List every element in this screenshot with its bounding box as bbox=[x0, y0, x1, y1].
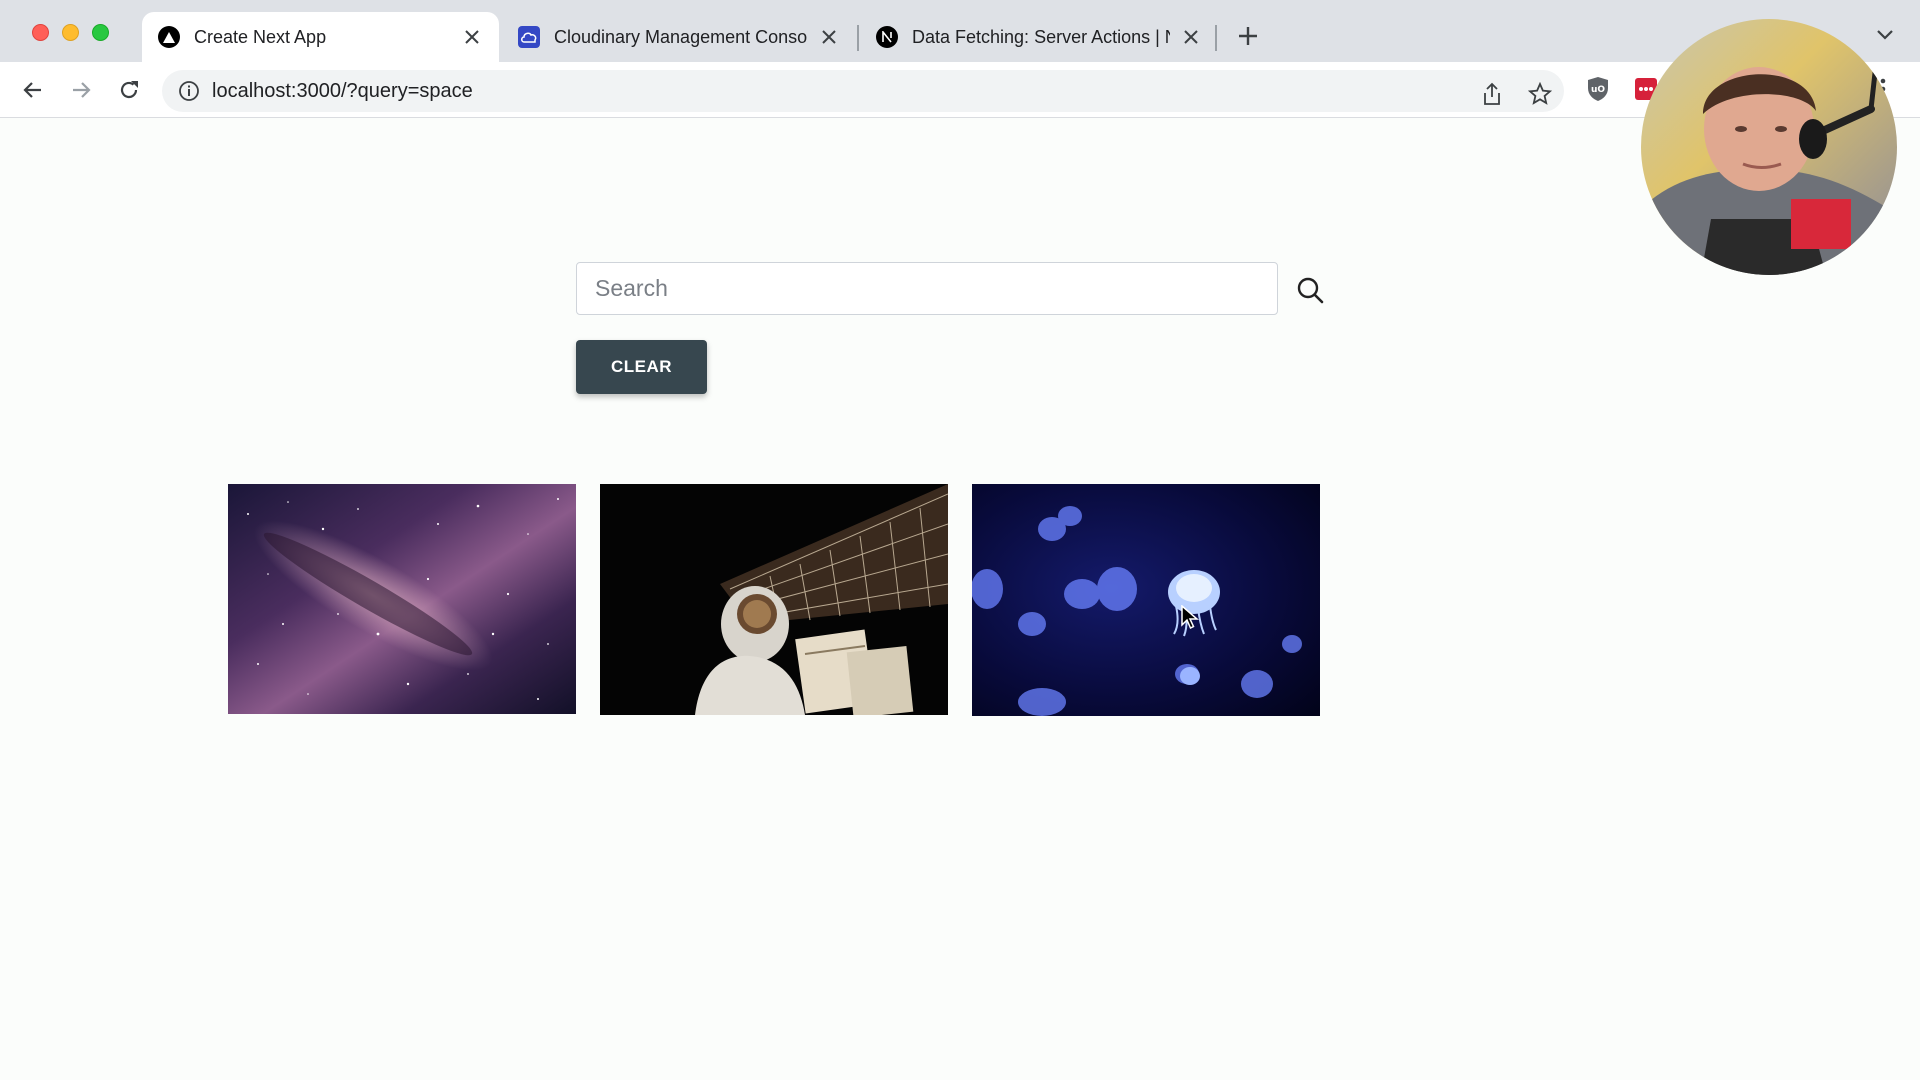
browser-toolbar: localhost:3000/?query=space uO bbox=[0, 62, 1920, 118]
reload-icon[interactable] bbox=[115, 76, 143, 104]
tab-separator bbox=[1215, 25, 1217, 51]
chevron-down-icon[interactable] bbox=[1875, 28, 1895, 42]
mouse-cursor-icon bbox=[1181, 604, 1200, 631]
bookmark-star-icon[interactable] bbox=[1528, 82, 1552, 106]
triangle-icon bbox=[158, 26, 180, 48]
close-icon[interactable] bbox=[461, 26, 483, 48]
search-box bbox=[576, 262, 1278, 315]
forward-icon[interactable] bbox=[67, 76, 95, 104]
tab-data-fetching[interactable]: Data Fetching: Server Actions | Next.js bbox=[860, 12, 1218, 62]
nextjs-icon bbox=[876, 26, 898, 48]
cloudinary-icon bbox=[518, 26, 540, 48]
search-input[interactable] bbox=[576, 262, 1278, 315]
search-icon[interactable] bbox=[1296, 276, 1324, 304]
tab-title: Cloudinary Management Console bbox=[554, 26, 808, 47]
window-minimize-button[interactable] bbox=[62, 24, 79, 41]
clear-button[interactable]: CLEAR bbox=[576, 340, 707, 394]
tab-title: Create Next App bbox=[194, 26, 327, 47]
svg-text:uO: uO bbox=[1591, 85, 1605, 95]
image-milky-way[interactable] bbox=[228, 484, 576, 714]
image-jellyfish[interactable] bbox=[972, 484, 1320, 716]
window-zoom-button[interactable] bbox=[92, 24, 109, 41]
info-icon[interactable] bbox=[178, 80, 200, 102]
window-close-button[interactable] bbox=[32, 24, 49, 41]
url-text: localhost:3000/?query=space bbox=[212, 80, 473, 102]
close-icon[interactable] bbox=[1180, 26, 1202, 48]
new-tab-icon[interactable] bbox=[1236, 24, 1260, 48]
tab-strip: Create Next App Cloudinary Management Co… bbox=[0, 0, 1920, 62]
tab-title: Data Fetching: Server Actions | Next.js bbox=[912, 26, 1170, 47]
tab-cloudinary[interactable]: Cloudinary Management Console bbox=[502, 12, 856, 62]
webcam-overlay bbox=[1641, 19, 1897, 275]
address-bar[interactable]: localhost:3000/?query=space bbox=[162, 70, 1564, 112]
close-icon[interactable] bbox=[818, 26, 840, 48]
back-icon[interactable] bbox=[19, 76, 47, 104]
share-icon[interactable] bbox=[1480, 82, 1504, 106]
tab-separator bbox=[857, 25, 859, 51]
tab-create-next-app[interactable]: Create Next App bbox=[142, 12, 499, 62]
image-astronaut[interactable] bbox=[600, 484, 948, 715]
ublock-shield-icon[interactable]: uO bbox=[1585, 76, 1611, 102]
